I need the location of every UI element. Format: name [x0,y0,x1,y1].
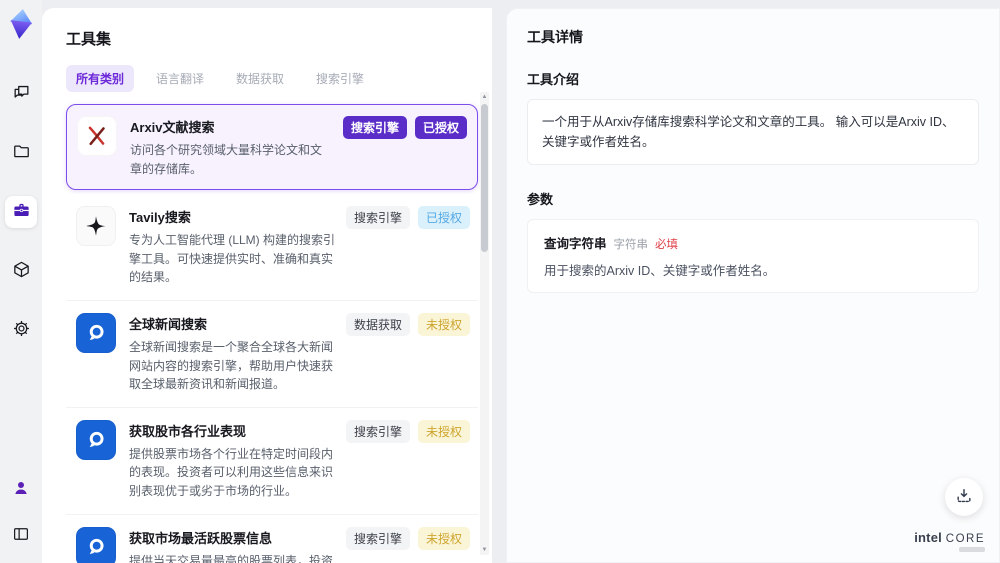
param-description: 用于搜索的Arxiv ID、关键字或作者姓名。 [544,264,776,278]
intel-sub-badge [959,547,985,552]
scrollbar-up-icon[interactable]: ▲ [480,92,489,102]
tool-details-panel: 工具详情 工具介绍 一个用于从Arxiv存储库搜索科学论文和文章的工具。 输入可… [506,8,1000,563]
tool-list: Arxiv文献搜索 访问各个研究领域大量科学论文和文章的存储库。 搜索引擎 已授… [66,104,478,563]
param-card: 查询字符串 字符串 必填 用于搜索的Arxiv ID、关键字或作者姓名。 [527,219,979,293]
download-icon [954,486,974,509]
sidebar-item-panel-toggle[interactable] [5,519,37,551]
chat-icon [12,83,31,105]
app-sidebar [0,0,42,563]
param-type: 字符串 [613,239,649,251]
sidebar-item-chat[interactable] [5,78,37,110]
scrollbar-thumb[interactable] [481,104,488,252]
cube-icon [12,260,31,282]
panel-toggle-icon [12,525,30,546]
sidebar-item-tools[interactable] [5,196,37,228]
gear-icon [12,319,31,341]
toolbox-icon [12,201,31,223]
tool-name: 全球新闻搜索 [129,316,208,332]
intro-section-title: 工具介绍 [527,72,580,87]
sidebar-item-models[interactable] [5,255,37,287]
tool-list-item[interactable]: Arxiv文献搜索 访问各个研究领域大量科学论文和文章的存储库。 搜索引擎 已授… [66,104,478,191]
blue-search-bubble-icon [76,419,116,460]
tool-name: Tavily搜索 [129,210,191,226]
list-scrollbar[interactable]: ▲ ▼ [480,92,489,555]
folder-icon [12,142,31,164]
tool-description: 访问各个研究领域大量科学论文和文章的存储库。 [130,143,323,176]
category-badge: 搜索引擎 [345,419,410,443]
category-badge: 搜索引擎 [345,526,410,550]
intel-logo-text: intel [914,530,942,545]
tool-name: 获取市场最活跃股票信息 [129,530,273,546]
param-required-badge: 必填 [655,239,679,251]
download-button[interactable] [945,478,983,516]
tool-list-item[interactable]: Tavily搜索 专为人工智能代理 (LLM) 构建的搜索引擎工具。可快速提供实… [66,194,478,301]
sidebar-item-files[interactable] [5,137,37,169]
tool-description: 提供股票市场各个行业在特定时间段内的表现。投资者可以利用这些信息来识别表现优于或… [129,446,334,498]
tavily-sparkle-icon [76,206,116,247]
tool-description: 提供当天交易量最高的股票列表，投资者可以利用这些信息来识别流动性强的股票和潜在的… [129,553,334,563]
category-tab[interactable]: 语言翻译 [146,65,214,92]
scrollbar-down-icon[interactable]: ▼ [480,545,489,555]
auth-status-badge: 已授权 [417,206,470,230]
tool-list-item[interactable]: 获取股市各行业表现 提供股票市场各个行业在特定时间段内的表现。投资者可以利用这些… [66,407,478,515]
intel-core-logo: intel CORE [914,530,985,552]
tool-list-item[interactable]: 全球新闻搜索 全球新闻搜索是一个聚合全球各大新闻网站内容的搜索引擎，帮助用户快速… [66,300,478,408]
user-icon [12,479,30,500]
category-tab[interactable]: 所有类别 [66,65,135,92]
auth-status-badge: 未授权 [417,312,470,336]
details-title: 工具详情 [527,29,583,45]
sidebar-item-settings[interactable] [5,314,37,346]
core-logo-text: CORE [945,533,985,545]
category-tab[interactable]: 数据获取 [226,65,294,92]
param-name: 查询字符串 [544,237,607,251]
tool-description: 专为人工智能代理 (LLM) 构建的搜索引擎工具。可快速提供实时、准确和真实的结… [129,233,336,285]
tool-intro-text: 一个用于从Arxiv存储库搜索科学论文和文章的工具。 输入可以是Arxiv ID… [527,99,979,165]
tool-name: 获取股市各行业表现 [129,423,247,439]
category-badge: 数据获取 [345,312,410,336]
category-badge: 搜索引擎 [342,116,407,139]
category-tab[interactable]: 搜索引擎 [306,65,374,92]
params-section-title: 参数 [527,192,554,207]
params-list: 查询字符串 字符串 必填 用于搜索的Arxiv ID、关键字或作者姓名。 [527,219,979,293]
category-tabs: 所有类别 语言翻译 数据获取 搜索引擎 [66,65,470,92]
blue-search-bubble-icon [76,526,116,563]
auth-status-badge: 未授权 [417,526,470,550]
auth-status-badge: 未授权 [417,419,470,443]
tool-list-item[interactable]: 获取市场最活跃股票信息 提供当天交易量最高的股票列表，投资者可以利用这些信息来识… [66,514,478,563]
auth-status-badge: 已授权 [414,116,467,139]
app-logo-icon [5,8,37,40]
page-title: 工具集 [66,31,112,48]
category-badge: 搜索引擎 [345,206,410,230]
tool-name: Arxiv文献搜索 [130,120,215,135]
sidebar-item-user[interactable] [5,473,37,505]
blue-search-bubble-icon [76,312,116,353]
tool-list-panel: 工具集 所有类别 语言翻译 数据获取 搜索引擎 Arxiv文献搜索 访问各个研究… [42,8,492,563]
tool-description: 全球新闻搜索是一个聚合全球各大新闻网站内容的搜索引擎，帮助用户快速获取全球最新资… [129,339,334,392]
arxiv-logo-icon [77,116,117,156]
